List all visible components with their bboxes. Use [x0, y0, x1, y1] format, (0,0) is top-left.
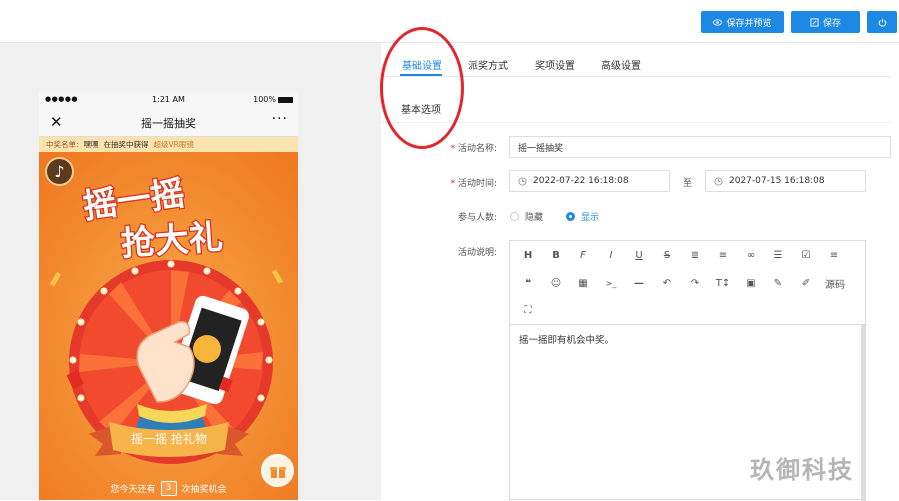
start-time-value: 2022-07-22 16:18:08 [533, 176, 629, 186]
clock-icon [714, 176, 723, 186]
watermark: 玖御科技 [750, 456, 854, 484]
bullet-list-icon[interactable]: ☰ [769, 246, 787, 264]
brush-icon[interactable]: ✐ [797, 274, 815, 292]
eye-icon [713, 18, 723, 26]
radio-circle [510, 212, 519, 221]
settings-tabs: 基础设置 派奖方式 奖项设置 高级设置 [381, 43, 891, 77]
activity-name-label-text: 活动名称: [457, 144, 497, 154]
required-mark: * [450, 179, 456, 189]
radio-hide[interactable]: 隐藏 [510, 210, 543, 223]
tab-prize-settings[interactable]: 奖项设置 [535, 57, 575, 72]
ticker-winner-name: 嘿嘿 [83, 140, 99, 149]
highlight-icon[interactable]: ✎ [769, 274, 787, 292]
checkbox-icon[interactable]: ☑ [797, 246, 815, 264]
fullscreen-icon[interactable]: ⛶ [519, 301, 537, 319]
save-and-preview-button[interactable]: 保存并预览 [701, 11, 784, 33]
radio-circle-selected [566, 212, 575, 221]
heading-icon[interactable]: H [519, 246, 537, 264]
text-size-icon[interactable]: T↕ [714, 274, 732, 292]
indent-icon[interactable]: ≣ [686, 246, 704, 264]
required-mark: * [450, 144, 456, 154]
remaining-chances: 您今天还有 3 次抽奖机会 [39, 481, 298, 496]
activity-time-label: * 活动时间: [381, 176, 497, 189]
battery-icon [278, 96, 293, 103]
emoji-icon[interactable]: ☺ [547, 274, 565, 292]
phone-page-title: 摇一摇抽奖 [141, 117, 196, 130]
radio-show-label: 显示 [581, 213, 600, 223]
chances-count: 3 [160, 481, 177, 496]
activity-name-input[interactable]: 摇一摇抽奖 [509, 136, 891, 158]
ticker-action: 在抽奖中获得 [103, 140, 149, 149]
settings-panel: 基础设置 派奖方式 奖项设置 高级设置 基本选项 * 活动名称: 摇一摇抽奖 *… [381, 43, 899, 501]
chances-before: 您今天还有 [110, 485, 156, 495]
section-divider [381, 122, 891, 123]
code-icon[interactable]: >_ [602, 274, 620, 292]
battery-status: 100% [253, 95, 293, 104]
more-icon[interactable]: ··· [272, 111, 288, 127]
editor-scrollbar[interactable] [861, 325, 866, 501]
redo-icon[interactable]: ↷ [686, 274, 704, 292]
radio-hide-label: 隐藏 [525, 213, 544, 223]
phone-preview: ●●●●● 1:21 AM 100% ✕ 摇一摇抽奖 ··· 中奖名单: 嘿嘿 … [39, 92, 298, 500]
phone-nav-bar: ✕ 摇一摇抽奖 ··· [39, 107, 298, 137]
tab-award-method[interactable]: 派奖方式 [468, 57, 508, 72]
phone-status-bar: ●●●●● 1:21 AM 100% [39, 92, 298, 107]
radio-show[interactable]: 显示 [566, 210, 599, 223]
activity-name-value: 摇一摇抽奖 [518, 143, 564, 154]
active-tab-indicator [400, 74, 442, 76]
winner-ticker: 中奖名单: 嘿嘿 在抽奖中获得 超级VR眼镜 [39, 137, 298, 152]
power-icon [878, 18, 886, 27]
save-and-preview-label: 保存并预览 [726, 18, 772, 29]
source-code-button[interactable]: 源码 [823, 274, 847, 292]
table-icon[interactable]: ▦ [574, 274, 592, 292]
music-toggle-icon[interactable]: ♪ [45, 157, 74, 186]
gift-icon-glyph [269, 466, 286, 478]
time-separator: 至 [683, 179, 693, 189]
description-label: 活动说明: [457, 248, 497, 258]
shake-poster-illustration: 摇一摇 抢大礼 摇一摇 抢礼物 [39, 152, 298, 500]
clock-icon [518, 176, 527, 186]
end-time-input[interactable]: 2027-07-15 16:18:08 [705, 170, 866, 192]
end-time-value: 2027-07-15 16:18:08 [729, 176, 825, 186]
italic-icon[interactable]: I [602, 246, 620, 264]
font-icon[interactable]: F [574, 246, 592, 264]
undo-icon[interactable]: ↶ [658, 274, 676, 292]
battery-percent: 100% [253, 95, 276, 104]
start-time-input[interactable]: 2022-07-22 16:18:08 [509, 170, 670, 192]
ticker-prefix: 中奖名单: [46, 140, 79, 149]
link-icon[interactable]: ∞ [742, 246, 760, 264]
participants-label: 参与人数: [457, 213, 497, 223]
strikethrough-icon[interactable]: S [658, 246, 676, 264]
quote-icon[interactable]: ❝ [519, 274, 537, 292]
headline-line-2: 抢大礼 [120, 217, 225, 264]
divider-icon[interactable]: — [630, 274, 648, 292]
align-icon[interactable]: ≡ [714, 246, 732, 264]
activity-time-label-text: 活动时间: [457, 179, 497, 189]
bold-icon[interactable]: B [547, 246, 565, 264]
editor-content[interactable]: 摇一摇即有机会中奖。 [519, 332, 614, 346]
editor-toolbar: H B F I U S ≣ ≡ ∞ ☰ ☑ ≡ ❝ ☺ ▦ >_ — ↶ ↷ T… [510, 241, 867, 325]
top-bar: 保存并预览 保存 [0, 0, 899, 43]
justify-icon[interactable]: ≡ [825, 246, 843, 264]
image-icon[interactable]: ▣ [742, 274, 760, 292]
section-title: 基本选项 [401, 105, 441, 116]
underline-icon[interactable]: U [630, 246, 648, 264]
ribbon-text: 摇一摇 抢礼物 [131, 431, 207, 446]
save-button[interactable]: 保存 [791, 11, 860, 33]
activity-name-label: * 活动名称: [381, 141, 497, 154]
save-label: 保存 [822, 18, 841, 29]
logout-button[interactable] [867, 11, 897, 33]
ticker-prize: 超级VR眼镜 [153, 140, 194, 149]
tab-basic-settings[interactable]: 基础设置 [402, 57, 442, 72]
chances-after: 次抽奖机会 [181, 485, 227, 495]
edit-icon [810, 17, 819, 27]
tab-advanced-settings[interactable]: 高级设置 [601, 57, 641, 72]
